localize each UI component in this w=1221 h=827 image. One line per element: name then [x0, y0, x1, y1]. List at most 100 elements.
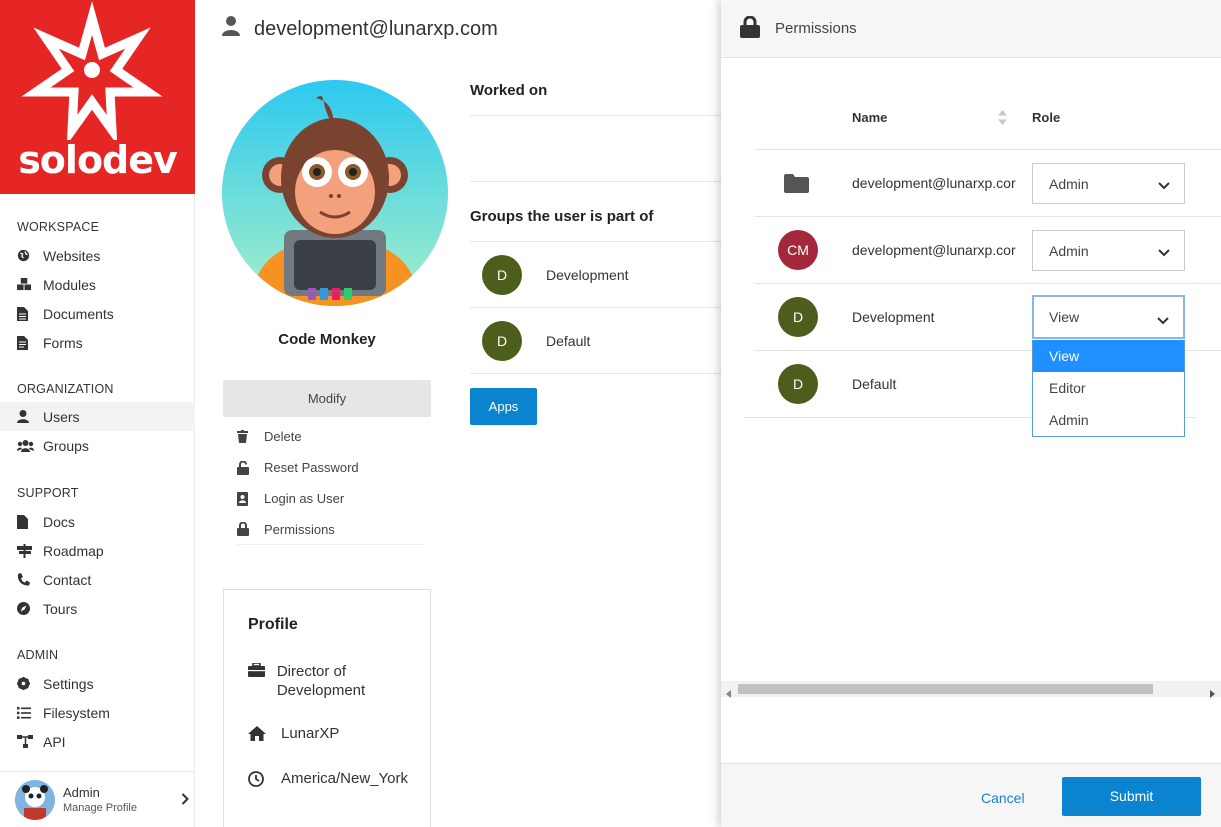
sidebar-item-filesystem[interactable]: Filesystem — [0, 698, 195, 727]
group-avatar: D — [482, 320, 522, 361]
sidebar-item-label: Websites — [43, 247, 101, 264]
sidebar-item-label: Forms — [43, 334, 83, 351]
role-select[interactable]: Admin — [1032, 230, 1185, 271]
sidebar-item-forms[interactable]: Forms — [0, 328, 195, 357]
submit-button[interactable]: Submit — [1062, 777, 1201, 816]
reset-password-action[interactable]: Reset Password — [237, 452, 424, 483]
sort-icon[interactable] — [998, 110, 1007, 128]
role-select[interactable]: Admin — [1032, 163, 1185, 204]
sidebar-item-label: Modules — [43, 276, 96, 293]
sidebar-item-tours[interactable]: Tours — [0, 594, 195, 623]
column-header-name[interactable]: Name — [852, 110, 887, 125]
gear-icon — [17, 677, 43, 690]
trash-icon — [237, 430, 264, 443]
company-text: LunarXP — [281, 725, 340, 742]
sidebar-item-roadmap[interactable]: Roadmap — [0, 536, 195, 565]
sidebar-item-label: Roadmap — [43, 542, 104, 559]
role-select-value: Admin — [1049, 242, 1089, 259]
id-card-icon — [237, 491, 264, 506]
lock-icon — [740, 15, 760, 42]
lock-icon — [237, 522, 264, 536]
page-title: development@lunarxp.com — [222, 16, 498, 42]
dropdown-option-admin[interactable]: Admin — [1033, 404, 1184, 436]
action-label: Reset Password — [264, 460, 359, 475]
avatar — [15, 779, 55, 820]
avatar: CM — [778, 230, 818, 270]
panel-title: Permissions — [775, 20, 857, 37]
sidebar-item-label: Documents — [43, 305, 114, 322]
list-item[interactable]: D Default — [470, 308, 730, 374]
sidebar-item-users[interactable]: Users — [0, 402, 195, 431]
cancel-button[interactable]: Cancel — [981, 790, 1025, 806]
user-icon — [17, 410, 43, 423]
horizontal-scrollbar[interactable] — [721, 681, 1221, 698]
folder-icon — [784, 174, 809, 196]
avatar: D — [778, 297, 818, 337]
row-name: development@lunarxp.cor — [852, 175, 1016, 191]
scrollbar-thumb[interactable] — [738, 684, 1153, 694]
row-name: Development — [852, 309, 935, 325]
section-admin: ADMIN — [17, 648, 59, 662]
scroll-left-icon[interactable] — [726, 685, 731, 701]
job-title-text: Director of Development — [276, 663, 366, 699]
login-as-user-action[interactable]: Login as User — [237, 483, 424, 514]
group-name: Default — [546, 332, 591, 349]
sidebar: solodev WORKSPACE Websites Modules Docum… — [0, 0, 195, 827]
chevron-down-icon — [1158, 244, 1170, 260]
signpost-icon — [17, 543, 43, 558]
profile-title: Profile — [248, 616, 298, 633]
globe-icon — [17, 249, 43, 262]
user-email: development@lunarxp.com — [254, 17, 498, 40]
delete-action[interactable]: Delete — [237, 421, 424, 452]
solodev-logo[interactable]: solodev — [0, 0, 195, 194]
profile-timezone: America/New_York — [248, 770, 408, 791]
footer-user-subtitle: Manage Profile — [63, 802, 137, 814]
role-select-value: Admin — [1049, 175, 1089, 192]
dropdown-option-view[interactable]: View — [1033, 340, 1184, 372]
manage-profile-link[interactable]: Admin Manage Profile — [0, 771, 195, 827]
table-row: development@lunarxp.cor Admin — [755, 150, 1221, 217]
group-name: Development — [546, 266, 629, 283]
profile-company: LunarXP — [248, 725, 339, 745]
document-icon — [17, 306, 43, 321]
sidebar-item-label: API — [43, 733, 66, 750]
sidebar-item-label: Settings — [43, 675, 94, 692]
profile-card: Profile Director of Development LunarXP … — [223, 589, 431, 827]
timezone-text: America/New_York — [281, 770, 408, 787]
briefcase-icon — [248, 662, 277, 681]
groups-title: Groups the user is part of — [470, 208, 654, 225]
modify-button[interactable]: Modify — [223, 380, 431, 417]
file-icon — [17, 514, 43, 529]
permissions-panel: Permissions Name Role development@lunarx… — [721, 0, 1221, 827]
brand-name: solodev — [18, 138, 178, 182]
sidebar-item-docs[interactable]: Docs — [0, 507, 195, 536]
apps-button[interactable]: Apps — [470, 388, 537, 425]
sidebar-item-contact[interactable]: Contact — [0, 565, 195, 594]
permissions-action[interactable]: Permissions — [237, 514, 424, 545]
clock-icon — [248, 770, 281, 791]
scroll-right-icon[interactable] — [1210, 685, 1215, 701]
sitemap-icon — [17, 735, 43, 748]
form-icon — [17, 335, 43, 350]
table-row: CM development@lunarxp.cor Admin — [755, 217, 1221, 284]
profile-job-title: Director of Development — [248, 662, 418, 700]
avatar: D — [778, 364, 818, 404]
sidebar-item-websites[interactable]: Websites — [0, 241, 195, 270]
dropdown-option-editor[interactable]: Editor — [1033, 372, 1184, 404]
sidebar-item-documents[interactable]: Documents — [0, 299, 195, 328]
sidebar-item-modules[interactable]: Modules — [0, 270, 195, 299]
chevron-right-icon — [181, 792, 189, 808]
list-item[interactable]: D Development — [470, 242, 730, 308]
row-name: Default — [852, 376, 897, 392]
chevron-down-icon — [1158, 177, 1170, 193]
sidebar-item-settings[interactable]: Settings — [0, 669, 195, 698]
sidebar-item-label: Groups — [43, 437, 89, 454]
divider — [470, 115, 730, 116]
sidebar-item-api[interactable]: API — [0, 727, 195, 756]
role-select[interactable]: View — [1032, 295, 1185, 339]
panel-header: Permissions — [721, 0, 1221, 58]
panel-footer: Cancel Submit — [721, 763, 1221, 827]
sidebar-item-groups[interactable]: Groups — [0, 431, 195, 460]
action-label: Delete — [264, 429, 302, 444]
phone-icon — [17, 573, 43, 586]
